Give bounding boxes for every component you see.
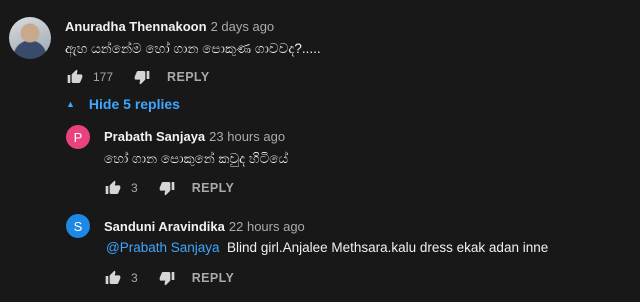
thumbs-down-icon[interactable] bbox=[133, 68, 151, 86]
comment-actions: 177 REPLY bbox=[66, 67, 210, 87]
like-count: 177 bbox=[93, 70, 114, 84]
hide-replies-label: Hide 5 replies bbox=[88, 96, 180, 112]
reply-button[interactable]: REPLY bbox=[192, 181, 235, 195]
thumbs-down-icon[interactable] bbox=[158, 179, 176, 197]
avatar[interactable] bbox=[9, 17, 51, 59]
thumbs-up-icon[interactable] bbox=[66, 68, 84, 86]
hide-replies-button[interactable]: ▲ Hide 5 replies bbox=[66, 96, 180, 112]
avatar-letter: S bbox=[73, 218, 83, 234]
thumbs-up-icon[interactable] bbox=[104, 269, 122, 287]
reply-text-line: @Prabath Sanjaya Blind girl.Anjalee Meth… bbox=[106, 240, 548, 255]
reply-header: Prabath Sanjaya 23 hours ago bbox=[104, 128, 285, 146]
reply-time[interactable]: 22 hours ago bbox=[229, 219, 305, 234]
mention-link[interactable]: @Prabath Sanjaya bbox=[106, 240, 220, 255]
comment-header: Anuradha Thennakoon 2 days ago bbox=[65, 18, 274, 36]
reply-text: Blind girl.Anjalee Methsara.kalu dress e… bbox=[227, 240, 549, 255]
reply-avatar[interactable]: S bbox=[66, 214, 90, 238]
avatar-letter: P bbox=[73, 129, 83, 145]
comment-time[interactable]: 2 days ago bbox=[211, 19, 275, 34]
thumbs-down-icon[interactable] bbox=[158, 269, 176, 287]
reply-header: Sanduni Aravindika 22 hours ago bbox=[104, 218, 305, 236]
reply-author[interactable]: Sanduni Aravindika bbox=[104, 219, 225, 234]
reply-avatar[interactable]: P bbox=[66, 125, 90, 149]
reply-text: හෝ ගාන පොකුනේ කවුද හිටියේ bbox=[104, 151, 289, 166]
reply-actions: 3 REPLY bbox=[104, 268, 234, 288]
reply-author[interactable]: Prabath Sanjaya bbox=[104, 129, 205, 144]
like-count: 3 bbox=[131, 181, 138, 195]
reply-time[interactable]: 23 hours ago bbox=[209, 129, 285, 144]
comment-author[interactable]: Anuradha Thennakoon bbox=[65, 19, 207, 34]
like-count: 3 bbox=[131, 271, 138, 285]
caret-up-icon: ▲ bbox=[66, 99, 75, 109]
reply-button[interactable]: REPLY bbox=[167, 70, 210, 84]
thumbs-up-icon[interactable] bbox=[104, 179, 122, 197]
comment-text: ඇහ යන්නේම හෝ ගාන පොකුණ ගාවවද?..... bbox=[65, 41, 321, 56]
reply-actions: 3 REPLY bbox=[104, 178, 234, 198]
reply-button[interactable]: REPLY bbox=[192, 271, 235, 285]
